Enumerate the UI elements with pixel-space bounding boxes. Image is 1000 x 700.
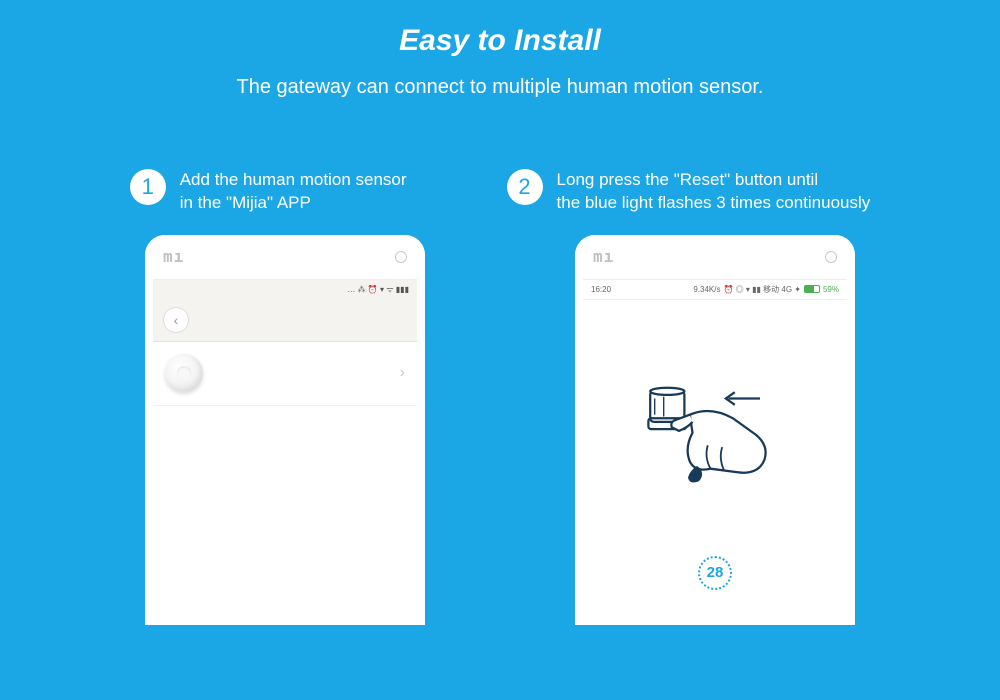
page-title: Easy to Install: [0, 24, 1000, 58]
phones-row: mı … ⁂ ⏰ ▾ ᯤ ▮▮▮ ‹ › mı: [0, 235, 1000, 625]
chevron-left-icon: ‹: [174, 312, 179, 328]
phone-2-screen: 16:20 9.34K/s ⏰ ◎ ▾ ▮▮ 移动 4G ✦ 59%: [583, 279, 847, 619]
status-bar: … ⁂ ⏰ ▾ ᯤ ▮▮▮: [153, 280, 417, 300]
status-icons: … ⁂ ⏰ ▾ ᯤ ▮▮▮: [347, 284, 409, 295]
step-1: 1 Add the human motion sensor in the "Mi…: [130, 169, 407, 215]
device-list-row[interactable]: ›: [153, 342, 417, 406]
header: Easy to Install The gateway can connect …: [0, 0, 1000, 99]
battery-percentage: 59%: [823, 285, 839, 294]
step-1-text: Add the human motion sensor in the "Miji…: [180, 169, 407, 215]
page-subtitle: The gateway can connect to multiple huma…: [0, 76, 1000, 99]
mi-logo: mı: [593, 247, 614, 266]
status-time: 16:20: [591, 285, 611, 294]
step-number-badge: 1: [130, 169, 166, 205]
front-camera-icon: [395, 251, 407, 263]
status-bar: 16:20 9.34K/s ⏰ ◎ ▾ ▮▮ 移动 4G ✦ 59%: [583, 280, 847, 300]
steps-row: 1 Add the human motion sensor in the "Mi…: [0, 169, 1000, 215]
status-icons: ⏰ ◎ ▾ ▮▮ 移动 4G ✦: [723, 284, 801, 295]
app-navbar: ‹: [153, 300, 417, 342]
chevron-right-icon: ›: [400, 364, 405, 382]
countdown-value: 28: [698, 556, 732, 590]
phone-bezel-top: mı: [145, 235, 425, 279]
step-2: 2 Long press the "Reset" button until th…: [507, 169, 871, 215]
mi-logo: mı: [163, 247, 184, 266]
front-camera-icon: [825, 251, 837, 263]
status-right: 9.34K/s ⏰ ◎ ▾ ▮▮ 移动 4G ✦ 59%: [693, 284, 839, 295]
step-2-text: Long press the "Reset" button until the …: [557, 169, 871, 215]
phone-mockup-1: mı … ⁂ ⏰ ▾ ᯤ ▮▮▮ ‹ ›: [145, 235, 425, 625]
motion-sensor-icon: [165, 354, 203, 392]
reset-instruction-illustration: [583, 300, 847, 560]
phone-1-screen: … ⁂ ⏰ ▾ ᯤ ▮▮▮ ‹ ›: [153, 279, 417, 619]
phone-mockup-2: mı 16:20 9.34K/s ⏰ ◎ ▾ ▮▮ 移动 4G ✦ 59%: [575, 235, 855, 625]
hand-press-icon: [625, 360, 805, 500]
back-button[interactable]: ‹: [163, 307, 189, 333]
countdown-timer: 28: [583, 556, 847, 590]
phone-bezel-top: mı: [575, 235, 855, 279]
step-number-badge: 2: [507, 169, 543, 205]
network-speed: 9.34K/s: [693, 285, 720, 294]
